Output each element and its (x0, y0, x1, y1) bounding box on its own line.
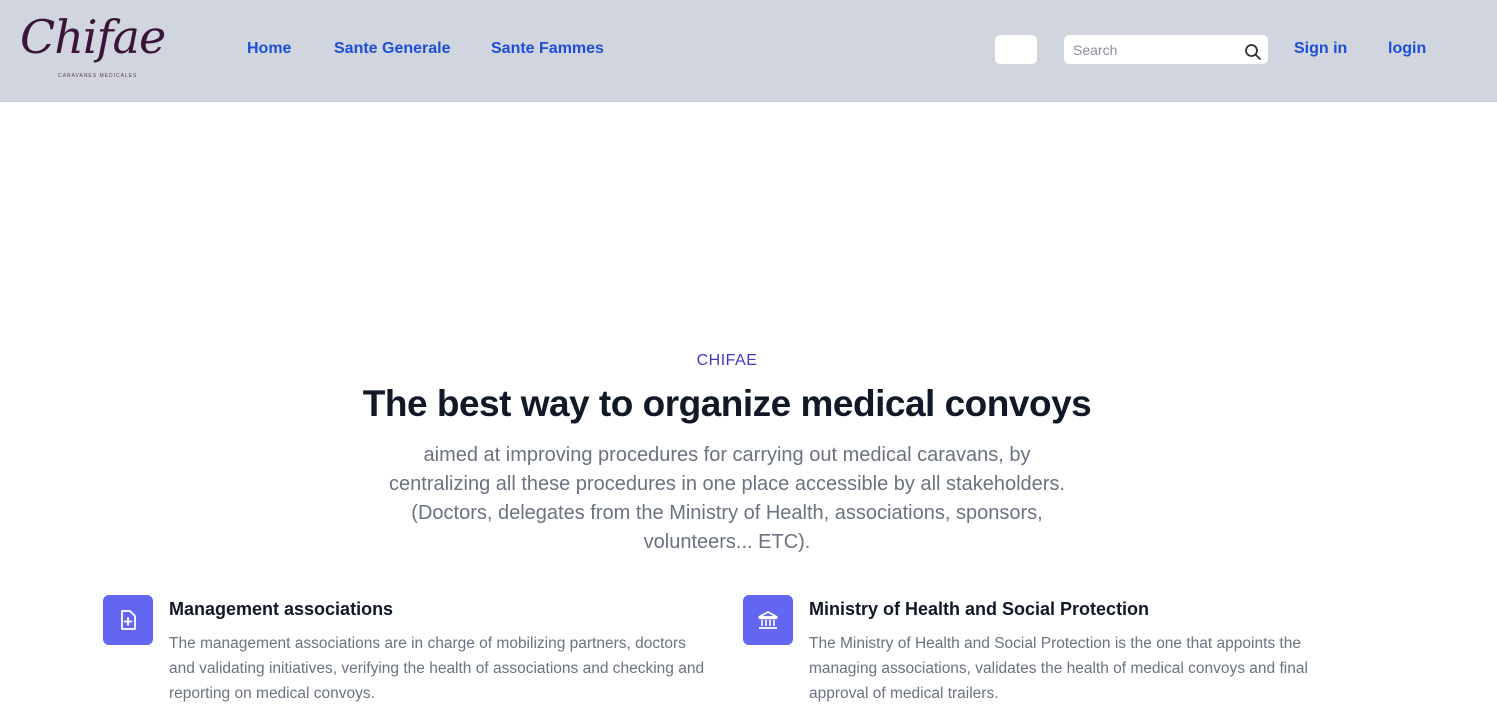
bank-building-icon (743, 595, 793, 645)
hero-subtitle: aimed at improving procedures for carryi… (389, 444, 1065, 553)
feature-description: The Ministry of Health and Social Protec… (809, 635, 1308, 702)
top-navbar: Chifae CARAVANES MEDICALES Home Sante Ge… (0, 0, 1497, 102)
hero-title: The best way to organize medical convoys (362, 383, 1092, 424)
feature-title: Ministry of Health and Social Protection (809, 599, 1150, 619)
search-input[interactable] (1064, 35, 1234, 64)
chifae-logo[interactable]: Chifae CARAVANES MEDICALES (20, 10, 166, 86)
logo-tagline: CARAVANES MEDICALES (58, 73, 138, 79)
hero-eyebrow: CHIFAE (696, 352, 758, 369)
nav-link-sante-generale[interactable]: Sante Generale (334, 40, 451, 58)
logo-wordmark: Chifae (20, 10, 166, 64)
search-bar (1064, 35, 1268, 64)
feature-description: The management associations are in charg… (169, 635, 705, 702)
blank-button[interactable] (995, 35, 1037, 64)
login-link[interactable]: login (1388, 40, 1426, 58)
search-icon[interactable] (1244, 43, 1262, 61)
nav-link-home[interactable]: Home (247, 40, 291, 58)
document-plus-icon (103, 595, 153, 645)
sign-in-link[interactable]: Sign in (1294, 40, 1347, 58)
nav-link-sante-fammes[interactable]: Sante Fammes (491, 40, 604, 58)
feature-title: Management associations (169, 599, 394, 619)
